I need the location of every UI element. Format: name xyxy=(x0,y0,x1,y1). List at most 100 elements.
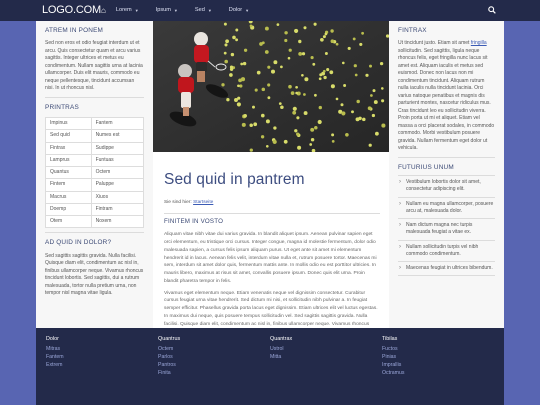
divider xyxy=(45,96,144,98)
page-content: ATREM IN PONEM Sed non eros et odio feug… xyxy=(36,21,504,342)
main-nav: ⌂ Lorem ▼ Ipsum ▼ Sed ▼ Dolor ▼ xyxy=(101,0,266,21)
sidebar-text-part: Ut tincidunt justo. Etiam sit amet xyxy=(398,40,470,47)
chevron-down-icon: ▼ xyxy=(207,7,212,13)
search-icon[interactable] xyxy=(488,6,496,14)
chevron-down-icon: ▼ xyxy=(134,7,139,13)
footer-link[interactable]: Octramus xyxy=(382,369,494,377)
table-cell: Paluppe xyxy=(90,178,145,192)
footer-link[interactable]: Fuctos xyxy=(382,345,494,353)
table-cell: Fintrax xyxy=(45,141,92,155)
nav-item-label: Sed xyxy=(194,7,205,14)
list-item[interactable]: Nam dictum magna nec turpis malesuada fe… xyxy=(398,219,495,241)
fringilla-link[interactable]: fringilla xyxy=(471,40,487,46)
nav-item-label: Ipsum xyxy=(155,7,171,14)
table-cell: Quantus xyxy=(45,166,92,180)
footer-link[interactable]: Pantros xyxy=(158,361,270,369)
chevron-down-icon: ▼ xyxy=(245,7,250,13)
right-sidebar: FINTRAX Ut tincidunt justo. Etiam sit am… xyxy=(389,21,504,328)
table-cell: Lamprus xyxy=(45,153,92,168)
breadcrumb-prefix: Sie sind hier: xyxy=(164,200,192,206)
sidebar-text: Ut tincidunt justo. Etiam sit amet fring… xyxy=(398,40,495,153)
table-cell: Noxem xyxy=(90,215,145,229)
footer-heading: Quantrus xyxy=(158,336,181,342)
section-heading: FINITEM IN VOSTO xyxy=(164,218,224,226)
breadcrumb-link-startseite[interactable]: Startseite xyxy=(193,200,213,205)
table-row: Fintrax Sudippe xyxy=(45,141,145,155)
table-cell: Funtuas xyxy=(90,153,145,168)
sidebar-heading: PRINTRAS xyxy=(45,103,79,111)
table-row: Impinus Fantem xyxy=(45,117,145,131)
nav-item-sed[interactable]: Sed ▼ xyxy=(195,6,212,14)
page-title: Sed quid in pantrem xyxy=(164,171,305,188)
list-item[interactable]: Maecenas feugiat in ultrices bibendum. xyxy=(398,262,495,277)
table-cell: Fantem xyxy=(90,117,145,131)
table-row: Doemp Fintram xyxy=(45,202,145,217)
table-cell: Sudippe xyxy=(90,141,145,155)
sidebar-text: Sed non eros et odio feugiat interdum ut… xyxy=(45,40,143,92)
nav-item-ipsum[interactable]: Ipsum ▼ xyxy=(156,6,178,14)
divider xyxy=(45,232,144,234)
table-cell: Fintram xyxy=(90,202,145,217)
table-cell: Macrus xyxy=(45,190,92,204)
footer-link[interactable]: Extrem xyxy=(46,361,158,369)
logo[interactable]: LOGO.COM xyxy=(42,3,101,19)
sidebar-text-part: sollicitudin. Sed sagittis, ligula neque… xyxy=(398,47,495,152)
sidebar-heading: AD QUID IN DOLOR? xyxy=(45,239,112,247)
table-row: Macrus Xiuos xyxy=(45,190,145,204)
footer-link[interactable]: Imprallis xyxy=(382,361,494,369)
footer-heading: Quantrax xyxy=(270,336,293,342)
nav-item-lorem[interactable]: Lorem ▼ xyxy=(116,6,139,14)
footer-link[interactable]: Finita xyxy=(158,369,270,377)
footer-link[interactable]: Mitta xyxy=(270,353,382,361)
sidebar-heading: FINTRAX xyxy=(398,27,427,34)
footer-column: Quantrax Ustrol Mitta xyxy=(270,336,382,405)
main-column: Sed quid in pantrem Sie sind hier: Start… xyxy=(153,21,389,342)
breadcrumb: Sie sind hier: Startseite xyxy=(164,200,380,207)
table-cell: Fintem xyxy=(45,178,92,192)
left-sidebar: ATREM IN PONEM Sed non eros et odio feug… xyxy=(36,21,153,328)
list-item[interactable]: Vestibulum lobortis dolor sit amet, cons… xyxy=(398,176,495,198)
table-cell: Xiuos xyxy=(90,190,145,204)
footer-link[interactable]: Ustrol xyxy=(270,345,382,353)
divider xyxy=(398,156,495,158)
table-row: Lamprus Funtuas xyxy=(45,153,145,168)
table-row: Otem Noxem xyxy=(45,215,145,229)
nav-item-dolor[interactable]: Dolor ▼ xyxy=(229,6,249,14)
footer-column: Dolor Mitras Fantem Extrem xyxy=(46,336,158,405)
sidebar-heading: FUTURIUS UNUM xyxy=(398,163,454,171)
table-cell: Sed quid xyxy=(45,129,92,143)
footer-heading: Tibilas xyxy=(382,336,398,342)
footer-link[interactable]: Parlos xyxy=(158,353,270,361)
top-navigation-bar: LOGO.COM ⌂ Lorem ▼ Ipsum ▼ Sed ▼ Dolor ▼ xyxy=(0,0,540,21)
table-row: Sed quid Numes est xyxy=(45,129,145,143)
footer-link[interactable]: Fantem xyxy=(46,353,158,361)
footer-link[interactable]: Pinias xyxy=(382,353,494,361)
list-item[interactable]: Nullam sollicitudin turpis vel nibh comm… xyxy=(398,241,495,263)
sidebar-heading: ATREM IN PONEM xyxy=(45,27,104,34)
footer-heading: Dolor xyxy=(46,336,59,342)
list-item[interactable]: Nullam eu magna ullamcorper, posuere arc… xyxy=(398,198,495,220)
body-paragraph: Aliquam vitae nibh vitae dui varius grav… xyxy=(164,232,377,284)
nav-item-label: Dolor xyxy=(228,7,243,14)
home-icon[interactable]: ⌂ xyxy=(101,5,106,17)
chevron-down-icon: ▼ xyxy=(173,7,178,13)
article: Sed quid in pantrem Sie sind hier: Start… xyxy=(164,169,380,348)
table-row: Quantus Octem xyxy=(45,166,145,180)
divider xyxy=(164,213,380,215)
hero-image xyxy=(153,21,389,152)
footer-link[interactable]: Octem xyxy=(158,345,270,353)
nav-item-label: Lorem xyxy=(115,7,132,14)
footer: Dolor Mitras Fantem Extrem Quantrus Octe… xyxy=(36,328,504,405)
table-row: Fintem Paluppe xyxy=(45,178,145,192)
table-cell: Otem xyxy=(45,215,92,229)
sidebar-text: Sed sagittis sagittis gravida. Nulla fac… xyxy=(45,252,144,297)
printras-table: Impinus Fantem Sed quid Numes est Fintrax Sud… xyxy=(45,117,145,229)
table-cell: Octem xyxy=(90,166,145,180)
footer-column: Tibilas Fuctos Pinias Imprallis Octramus xyxy=(382,336,494,405)
futurius-list: Vestibulum lobortis dolor sit amet, cons… xyxy=(398,176,495,277)
table-cell: Impinus xyxy=(45,117,92,131)
footer-column: Quantrus Octem Parlos Pantros Finita xyxy=(158,336,270,405)
footer-link[interactable]: Mitras xyxy=(46,345,158,353)
table-cell: Numes est xyxy=(90,129,145,143)
table-cell: Doemp xyxy=(45,202,92,217)
